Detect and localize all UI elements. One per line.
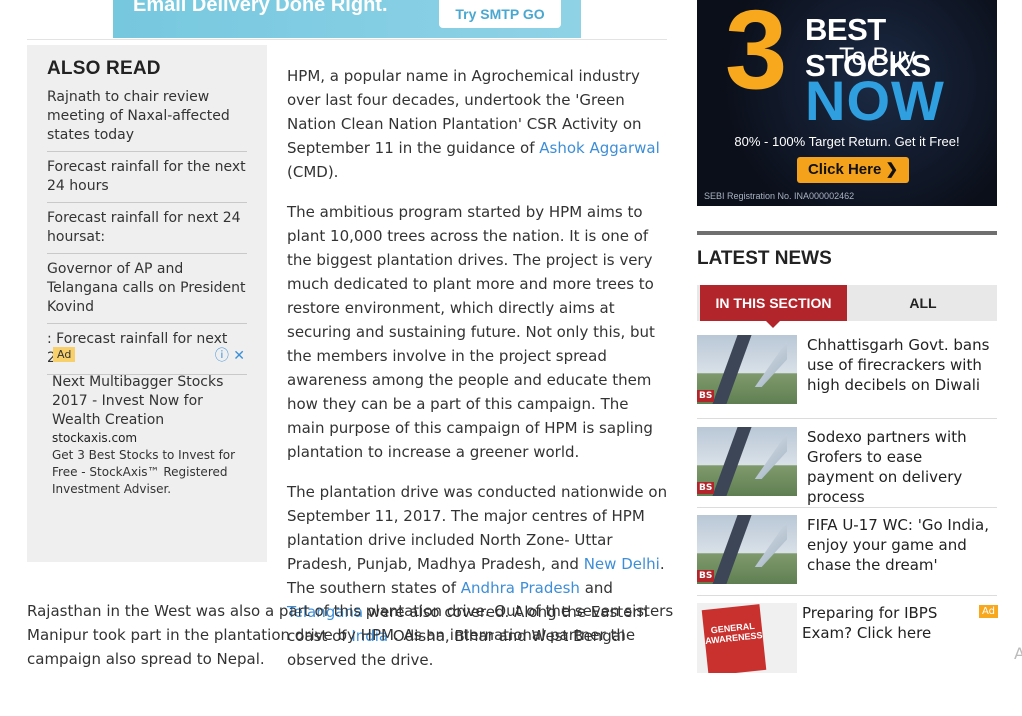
banner-try-button[interactable]: Try SMTP GO Free [439,0,561,28]
bs-badge: BS [697,390,715,402]
stock-ad[interactable]: Ad ⓘ ✕ Next Multibagger Stocks 2017 - In… [49,342,245,498]
news-item[interactable]: BS Sodexo partners with Grofers to ease … [697,427,997,508]
also-read-link[interactable]: Governor of AP and Telangana calls on Pr… [47,261,246,315]
also-read-link[interactable]: Forecast rainfall for next 24 hoursat: [47,210,241,245]
edge-glyph: A [1014,644,1022,663]
also-read-link[interactable]: Rajnath to chair review meeting of Naxal… [47,89,230,143]
also-read-panel: ALSO READ Rajnath to chair review meetin… [27,45,267,562]
text: and [579,579,613,597]
text: (CMD). [287,163,339,181]
link-andhra-pradesh[interactable]: Andhra Pradesh [461,579,580,597]
tab-in-this-section[interactable]: IN THIS SECTION [700,285,847,328]
ad-badge: Ad [53,347,76,362]
news-item[interactable]: BS Chhattisgarh Govt. bans use of firecr… [697,335,997,419]
bs-badge: BS [697,482,715,494]
news-tabs: IN THIS SECTION ALL [697,285,997,328]
article-paragraph: The ambitious program started by HPM aim… [287,203,655,461]
ad-tag: Ad [979,605,999,618]
news-thumbnail[interactable]: BS [697,335,797,404]
ad-tagline: 80% - 100% Target Return. Get it Free! [734,134,960,149]
ad-domain[interactable]: stockaxis.com [52,431,137,445]
news-title[interactable]: FIFA U-17 WC: 'Go India, enjoy your game… [807,515,993,575]
also-read-item[interactable]: Forecast rainfall for the next 24 hours [47,158,247,203]
also-read-heading: ALSO READ [47,58,161,79]
sebi-registration: SEBI Registration No. INA000002462 [704,191,855,201]
banner-headline: Email Delivery Done Right. [133,0,388,16]
ad-number: 3 [725,0,788,112]
book-thumbnail[interactable]: GENERAL AWARENESS [697,603,797,673]
ad-info-close-icon[interactable]: ⓘ ✕ [215,345,245,365]
news-thumbnail[interactable]: BS [697,515,797,584]
also-read-item[interactable]: Rajnath to chair review meeting of Naxal… [47,88,247,152]
also-read-link[interactable]: Forecast rainfall for the next 24 hours [47,159,246,194]
click-here-button[interactable]: Click Here ❯ [797,157,909,183]
article-body: HPM, a popular name in Agrochemical indu… [287,64,669,688]
news-thumbnail[interactable]: BS [697,427,797,496]
ad-title[interactable]: Next Multibagger Stocks 2017 - Invest No… [52,373,247,430]
section-divider [697,231,997,235]
ad-description: Get 3 Best Stocks to Invest for Free - S… [52,448,236,496]
news-title[interactable]: Sodexo partners with Grofers to ease pay… [807,427,993,507]
ad-line-3: NOW [805,69,945,132]
tab-all[interactable]: ALL [849,285,997,321]
email-delivery-banner-ad[interactable]: Email Delivery Done Right. Try SMTP GO F… [113,0,581,38]
also-read-list: Rajnath to chair review meeting of Naxal… [47,88,247,381]
ad-item-title[interactable]: Preparing for IBPS Exam? Click here [802,603,988,643]
ibps-ad-item[interactable]: GENERAL AWARENESS Preparing for IBPS Exa… [697,603,997,673]
also-read-item[interactable]: Governor of AP and Telangana calls on Pr… [47,260,247,324]
link-new-delhi[interactable]: New Delhi [584,555,660,573]
news-item[interactable]: BS FIFA U-17 WC: 'Go India, enjoy your g… [697,515,997,596]
latest-news-heading: LATEST NEWS [697,248,832,269]
article-paragraph-continued: Rajasthan in the West was also a part of… [27,602,674,668]
link-ashok-aggarwal[interactable]: Ashok Aggarwal [539,139,660,157]
book-cover-text: GENERAL AWARENESS [701,604,767,673]
also-read-item[interactable]: Forecast rainfall for next 24 hoursat: [47,209,247,254]
news-title[interactable]: Chhattisgarh Govt. bans use of firecrack… [807,335,993,395]
bs-badge: BS [697,570,715,582]
article-paragraph: HPM, a popular name in Agrochemical indu… [287,64,669,184]
best-stocks-ad[interactable]: 3 BEST STOCKS To Buy NOW 80% - 100% Targ… [697,0,997,206]
divider [27,39,667,40]
